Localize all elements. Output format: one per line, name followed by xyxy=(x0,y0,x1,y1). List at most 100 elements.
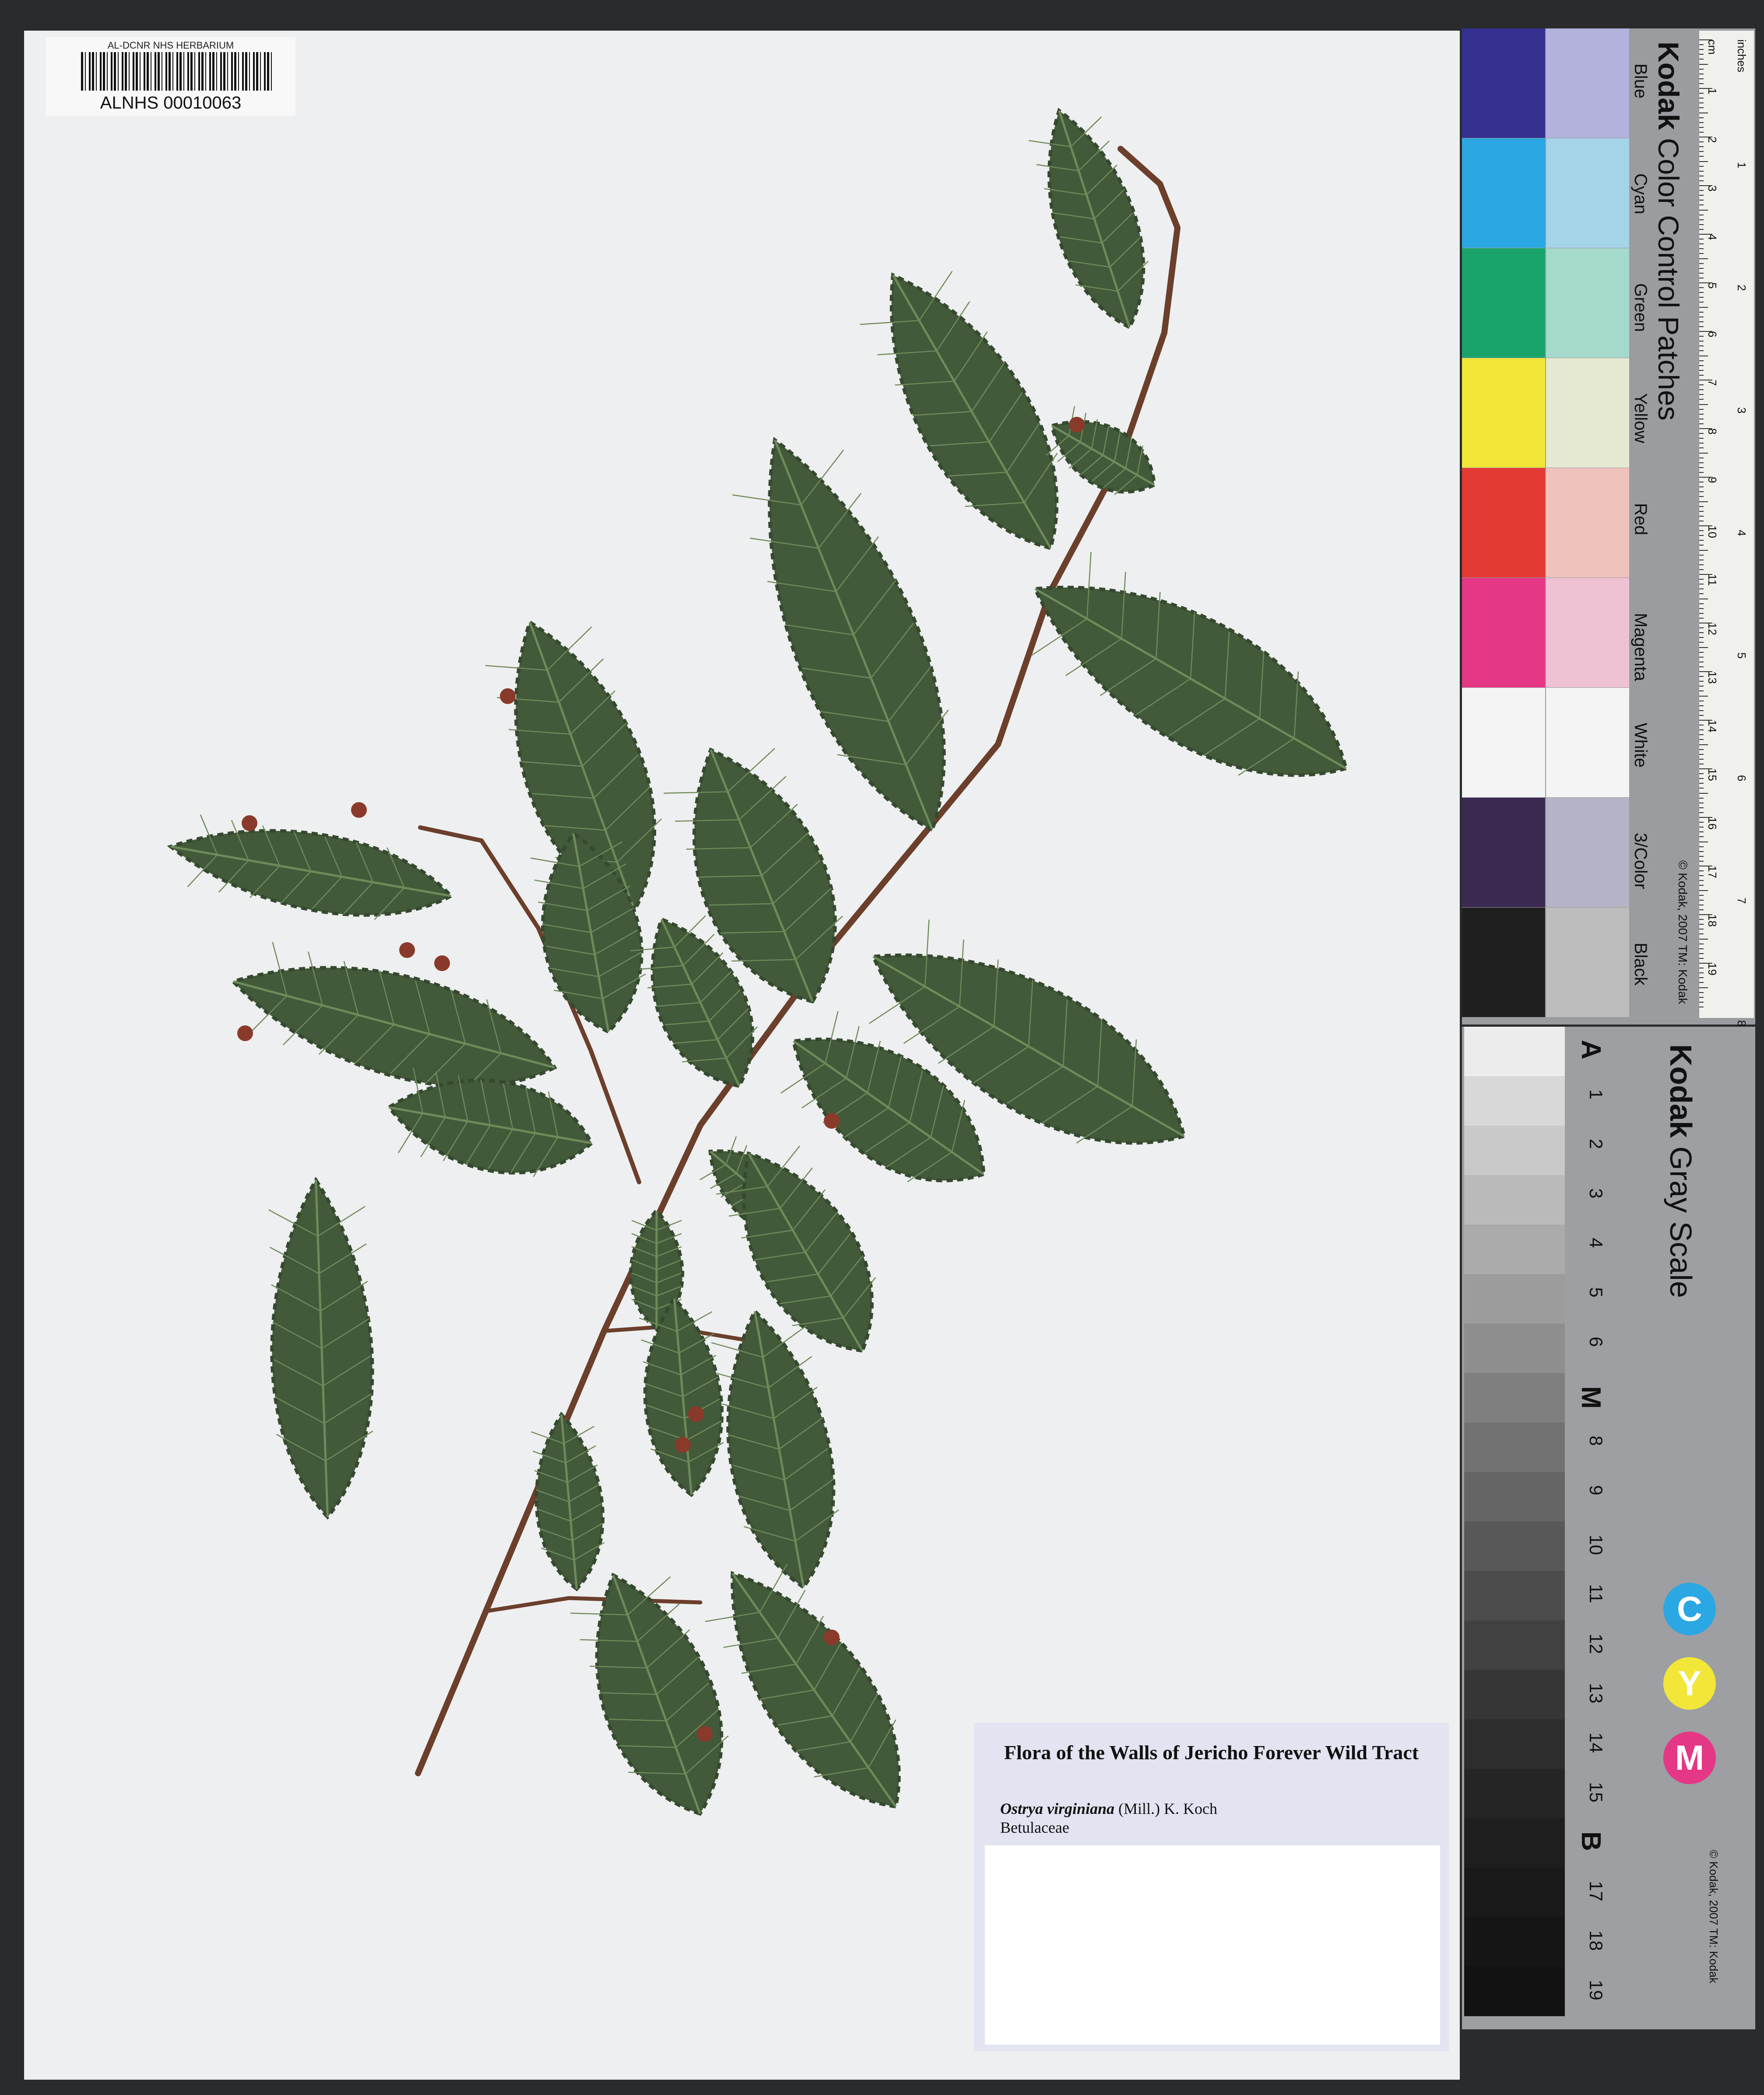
tint-patch xyxy=(1546,138,1629,248)
ruler-tick xyxy=(1699,326,1704,327)
ruler-inch-label: 8 xyxy=(1735,1020,1748,1027)
gray-step xyxy=(1464,1818,1565,1868)
ruler-tick xyxy=(1699,360,1704,361)
ruler-tick xyxy=(1699,433,1704,434)
ruler-tick xyxy=(1699,258,1708,259)
gray-step xyxy=(1464,1719,1565,1769)
ruler-tick xyxy=(1699,370,1704,371)
ruler-tick xyxy=(1699,404,1708,405)
color-patch xyxy=(1462,798,1545,907)
gray-step xyxy=(1464,1324,1565,1373)
ruler-tick xyxy=(1699,710,1704,711)
ruler-tick xyxy=(1699,982,1704,983)
gray-step-label: 14 xyxy=(1586,1732,1606,1753)
gray-step-label: 10 xyxy=(1586,1535,1606,1555)
species-authority: (Mill.) K. Koch xyxy=(1118,1800,1218,1817)
ruler-tick xyxy=(1699,753,1704,755)
patch-label: Cyan xyxy=(1631,173,1650,215)
ruler-tick xyxy=(1699,443,1704,444)
ruler-tick xyxy=(1699,909,1704,910)
ruler-tick xyxy=(1699,336,1704,337)
gray-step-label: 13 xyxy=(1586,1683,1606,1704)
gray-step xyxy=(1464,1225,1565,1274)
color-patch xyxy=(1462,248,1545,358)
leaf xyxy=(860,271,1059,550)
ruler-tick xyxy=(1699,151,1704,152)
leaf-lesion xyxy=(242,815,257,831)
ruler-cm-label: 1 xyxy=(1706,88,1719,95)
ruler-tick xyxy=(1699,627,1704,629)
ruler-tick xyxy=(1699,462,1704,463)
ruler-tick xyxy=(1699,773,1704,775)
ruler: cm 1 2 3 4 5 6 7 8 9 10 11 12 13 14 15 16 17 18 19 inches 1 2 3… xyxy=(1698,31,1754,1026)
ruler-cm-label: 19 xyxy=(1706,963,1719,975)
ruler-cm-label: 5 xyxy=(1706,282,1719,289)
ruler-tick xyxy=(1699,593,1704,595)
ruler-tick xyxy=(1699,690,1704,692)
ruler-tick xyxy=(1699,438,1704,439)
gray-step-label: 18 xyxy=(1586,1930,1606,1951)
cym-dot: M xyxy=(1663,1732,1716,1784)
gray-scale-title-text: Gray Scale xyxy=(1664,1146,1698,1298)
ruler-tick xyxy=(1699,63,1708,65)
ruler-tick xyxy=(1699,729,1704,731)
ruler-tick xyxy=(1699,272,1704,274)
ruler-tick xyxy=(1699,200,1704,201)
ruler-tick xyxy=(1699,501,1708,502)
leaf-lesion xyxy=(697,1726,713,1742)
ruler-tick xyxy=(1699,856,1704,857)
leaf-lesion xyxy=(1069,417,1085,433)
ruler-tick xyxy=(1699,613,1704,614)
ruler-cm-label: 13 xyxy=(1706,671,1719,684)
ruler-tick xyxy=(1699,914,1712,915)
ruler-tick xyxy=(1699,39,1712,40)
color-patch xyxy=(1462,138,1545,248)
tint-patch xyxy=(1546,248,1629,358)
color-patch xyxy=(1462,468,1545,577)
leaf xyxy=(531,1412,605,1591)
gray-step xyxy=(1464,1620,1565,1670)
ruler-tick xyxy=(1699,885,1704,886)
color-patch xyxy=(1462,358,1545,468)
leaf-lesion xyxy=(237,1025,253,1041)
ruler-cm-label: 17 xyxy=(1706,866,1719,878)
cym-dot: C xyxy=(1663,1583,1716,1635)
gray-step-label: A xyxy=(1576,1040,1606,1060)
ruler-tick xyxy=(1699,768,1712,769)
ruler-tick xyxy=(1699,321,1704,322)
ruler-cm-label: 16 xyxy=(1706,817,1719,830)
gray-step-label: 9 xyxy=(1586,1485,1606,1496)
leaf-lesion xyxy=(434,955,450,971)
ruler-cm-label: 3 xyxy=(1706,185,1719,192)
gray-scale-title: Kodak Gray Scale xyxy=(1663,1044,1698,1298)
ruler-tick xyxy=(1699,423,1704,424)
ruler-tick xyxy=(1699,545,1704,546)
leaf-lesion xyxy=(399,942,415,958)
ruler-tick xyxy=(1699,428,1712,429)
tint-patch xyxy=(1546,798,1629,907)
ruler-tick xyxy=(1699,209,1708,211)
ruler-tick xyxy=(1699,812,1704,813)
ruler-tick xyxy=(1699,297,1704,298)
ruler-tick xyxy=(1699,83,1704,84)
ruler-tick xyxy=(1699,875,1704,877)
ruler-tick xyxy=(1699,666,1704,667)
ruler-tick xyxy=(1699,758,1704,760)
ruler-tick xyxy=(1699,180,1704,181)
ruler-tick xyxy=(1699,681,1704,682)
ruler-tick xyxy=(1699,263,1704,264)
cym-dot: Y xyxy=(1663,1657,1716,1710)
ruler-tick xyxy=(1699,617,1704,619)
kodak-gray-scale: A 1 2 3 4 5 6 M 8 9 10 11 12 13 14 15 B 17 18 19 Kodak Gray … xyxy=(1462,1027,1755,2029)
ruler-tick xyxy=(1699,44,1704,46)
ruler-tick xyxy=(1699,977,1704,979)
ruler-tick xyxy=(1699,331,1712,332)
ruler-tick xyxy=(1699,170,1704,172)
ruler-tick xyxy=(1699,579,1704,580)
ruler-tick xyxy=(1699,219,1704,220)
ruler-tick xyxy=(1699,117,1704,118)
gray-step xyxy=(1464,1967,1565,2016)
ruler-tick xyxy=(1699,486,1704,488)
ruler-tick xyxy=(1699,234,1712,235)
ruler-tick xyxy=(1699,165,1704,167)
